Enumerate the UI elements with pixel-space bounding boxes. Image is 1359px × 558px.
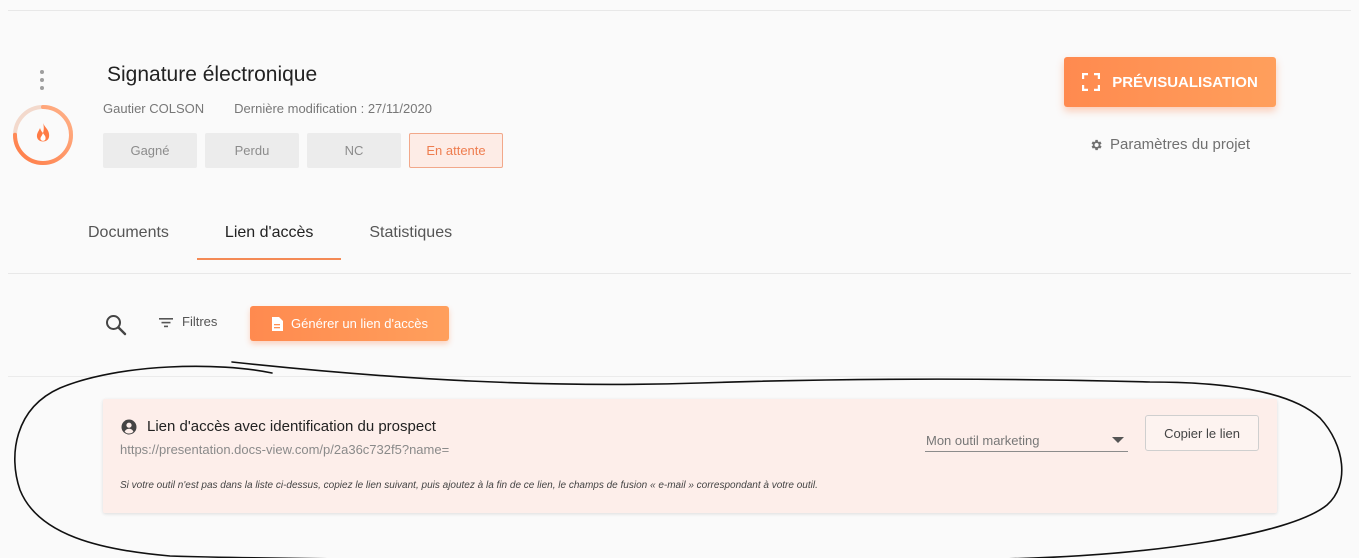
preview-button[interactable]: PRÉVISUALISATION bbox=[1064, 57, 1276, 107]
access-link-url: https://presentation.docs-view.com/p/2a3… bbox=[120, 442, 450, 457]
card-help-text: Si votre outil n'est pas dans la liste c… bbox=[120, 480, 818, 491]
project-meta: Gautier COLSON Dernière modification : 2… bbox=[103, 101, 432, 116]
project-settings-link[interactable]: Paramètres du projet bbox=[1089, 136, 1250, 153]
user-icon bbox=[121, 419, 137, 434]
marketing-tool-select[interactable]: Mon outil marketing bbox=[925, 429, 1128, 452]
access-link-card: Lien d'accès avec identification du pros… bbox=[103, 399, 1277, 513]
status-pending-button[interactable]: En attente bbox=[409, 133, 503, 168]
status-selector: Gagné Perdu NC En attente bbox=[103, 133, 503, 168]
filter-icon bbox=[159, 317, 173, 327]
flame-icon bbox=[36, 123, 50, 142]
toolbar-divider bbox=[8, 376, 1351, 377]
generate-link-button[interactable]: Générer un lien d'accès bbox=[250, 306, 449, 341]
copy-link-button[interactable]: Copier le lien bbox=[1145, 415, 1259, 451]
gear-icon bbox=[1091, 139, 1102, 150]
tabs-divider bbox=[8, 273, 1351, 274]
project-owner: Gautier COLSON bbox=[103, 101, 205, 116]
top-divider bbox=[8, 10, 1351, 11]
project-settings-label: Paramètres du projet bbox=[1110, 136, 1251, 153]
tab-bar: Documents Lien d'accès Statistiques bbox=[60, 219, 480, 260]
document-icon bbox=[272, 316, 284, 331]
filters-button[interactable]: Filtres bbox=[158, 314, 217, 329]
tab-documents[interactable]: Documents bbox=[60, 219, 197, 260]
card-header: Lien d'accès avec identification du pros… bbox=[121, 418, 436, 435]
card-title: Lien d'accès avec identification du pros… bbox=[147, 418, 436, 435]
filters-label: Filtres bbox=[182, 314, 218, 329]
status-nc-button[interactable]: NC bbox=[307, 133, 401, 168]
preview-button-label: PRÉVISUALISATION bbox=[1112, 73, 1258, 91]
status-lost-button[interactable]: Perdu bbox=[205, 133, 299, 168]
more-options-icon[interactable] bbox=[38, 70, 46, 90]
fullscreen-icon bbox=[1082, 73, 1101, 91]
dropdown-arrow-icon bbox=[1112, 437, 1124, 443]
project-temperature-ring bbox=[13, 105, 73, 165]
project-title: Signature électronique bbox=[107, 63, 318, 86]
tab-statistics[interactable]: Statistiques bbox=[341, 219, 480, 260]
search-icon[interactable] bbox=[104, 313, 128, 337]
last-modified: Dernière modification : 27/11/2020 bbox=[234, 101, 432, 116]
marketing-tool-select-value: Mon outil marketing bbox=[926, 432, 1040, 448]
generate-link-label: Générer un lien d'accès bbox=[291, 316, 428, 331]
tab-access-link[interactable]: Lien d'accès bbox=[196, 219, 342, 260]
status-won-button[interactable]: Gagné bbox=[103, 133, 197, 168]
